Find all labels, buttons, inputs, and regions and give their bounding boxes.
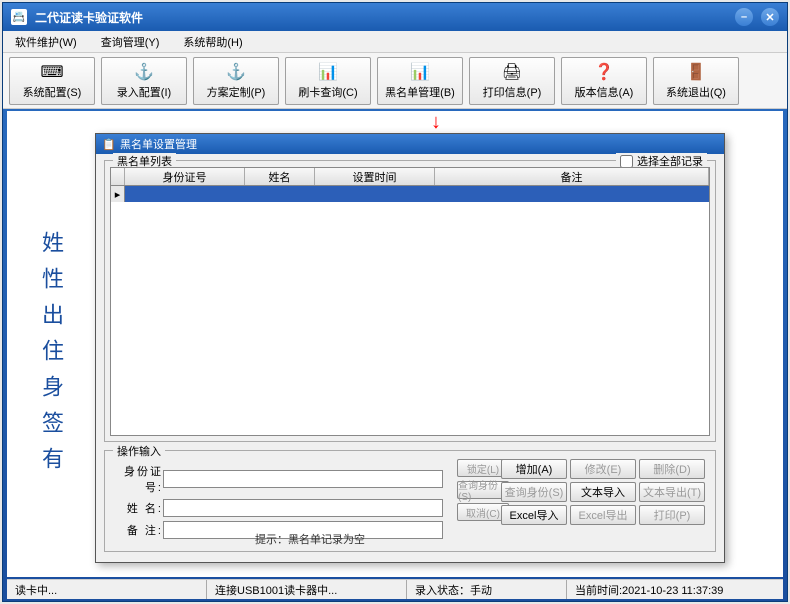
toolbar-print[interactable]: 🖨打印信息(P) — [469, 57, 555, 105]
app-icon: 📇 — [11, 9, 27, 25]
window-title: 二代证读卡验证软件 — [35, 9, 735, 26]
table-icon: 📊 — [410, 62, 430, 82]
dialog-icon: 📋 — [102, 138, 114, 150]
status-bar: 读卡中... 连接USB1001读卡器中... 录入状态：手动 当前时间:202… — [7, 579, 783, 599]
select-all-checkbox[interactable] — [620, 155, 633, 168]
toolbar-version[interactable]: ❓版本信息(A) — [561, 57, 647, 105]
blacklist-dialog: 📋 黑名单设置管理 黑名单列表 选择全部记录 身份证号 姓名 设置时间 备注 ▸ — [95, 133, 725, 563]
minimize-button[interactable]: – — [735, 8, 753, 26]
query-button[interactable]: 查询身份(S) — [501, 482, 567, 502]
menu-help[interactable]: 系统帮助(H) — [179, 32, 246, 52]
add-button[interactable]: 增加(A) — [501, 459, 567, 479]
id-label: 身份证号: — [115, 463, 163, 495]
menu-maintenance[interactable]: 软件维护(W) — [11, 32, 81, 52]
toolbar-card-query[interactable]: 📊刷卡查询(C) — [285, 57, 371, 105]
door-icon: 🚪 — [686, 62, 706, 82]
remark-label: 备 注: — [115, 522, 163, 538]
row-marker-icon: ▸ — [111, 186, 125, 202]
printer-icon: 🖨 — [502, 62, 522, 82]
dialog-title: 黑名单设置管理 — [120, 136, 197, 152]
hint-text: 提示：黑名单记录为空 — [255, 531, 365, 547]
button-grid: 增加(A) 修改(E) 删除(D) 查询身份(S) 文本导入 文本导出(T) E… — [501, 459, 705, 525]
text-export-button[interactable]: 文本导出(T) — [639, 482, 705, 502]
menu-bar: 软件维护(W) 查询管理(Y) 系统帮助(H) — [3, 31, 787, 53]
blacklist-group: 黑名单列表 选择全部记录 身份证号 姓名 设置时间 备注 ▸ — [104, 160, 716, 442]
table-icon: 📊 — [318, 62, 338, 82]
toolbar-blacklist[interactable]: 📊黑名单管理(B) — [377, 57, 463, 105]
toolbar: ⌨系统配置(S) ⚓录入配置(I) ⚓方案定制(P) 📊刷卡查询(C) 📊黑名单… — [3, 53, 787, 109]
name-label: 姓 名: — [115, 500, 163, 516]
th-id[interactable]: 身份证号 — [125, 168, 245, 185]
print-button[interactable]: 打印(P) — [639, 505, 705, 525]
group-label-input: 操作输入 — [113, 443, 165, 459]
excel-import-button[interactable]: Excel导入 — [501, 505, 567, 525]
anchor-icon: ⚓ — [226, 62, 246, 82]
title-bar: 📇 二代证读卡验证软件 – ✕ — [3, 3, 787, 31]
status-connection: 连接USB1001读卡器中... — [207, 580, 407, 599]
input-group: 操作输入 身份证号: 姓 名: 备 注: 锁定(L) 查询身份( — [104, 450, 716, 552]
annotation-arrow-icon: ↓ — [431, 111, 441, 134]
th-time[interactable]: 设置时间 — [315, 168, 435, 185]
menu-query[interactable]: 查询管理(Y) — [97, 32, 164, 52]
status-input-mode: 录入状态：手动 — [407, 580, 567, 599]
toolbar-exit[interactable]: 🚪系统退出(Q) — [653, 57, 739, 105]
edit-button[interactable]: 修改(E) — [570, 459, 636, 479]
toolbar-scheme[interactable]: ⚓方案定制(P) — [193, 57, 279, 105]
id-input[interactable] — [163, 470, 443, 488]
anchor-icon: ⚓ — [134, 62, 154, 82]
delete-button[interactable]: 删除(D) — [639, 459, 705, 479]
close-button[interactable]: ✕ — [761, 8, 779, 26]
th-marker — [111, 168, 125, 185]
th-name[interactable]: 姓名 — [245, 168, 315, 185]
excel-export-button[interactable]: Excel导出 — [570, 505, 636, 525]
help-icon: ❓ — [594, 62, 614, 82]
toolbar-system-config[interactable]: ⌨系统配置(S) — [9, 57, 95, 105]
text-import-button[interactable]: 文本导入 — [570, 482, 636, 502]
name-input[interactable] — [163, 499, 443, 517]
dialog-title-bar: 📋 黑名单设置管理 — [96, 134, 724, 154]
background-text: 姓性出住身签有 — [35, 231, 67, 483]
th-remark[interactable]: 备注 — [435, 168, 709, 185]
keyboard-icon: ⌨ — [42, 62, 62, 82]
main-window: 📇 二代证读卡验证软件 – ✕ 软件维护(W) 查询管理(Y) 系统帮助(H) … — [2, 2, 788, 602]
table-header: 身份证号 姓名 设置时间 备注 — [111, 168, 709, 186]
toolbar-input-config[interactable]: ⚓录入配置(I) — [101, 57, 187, 105]
table-row[interactable]: ▸ — [111, 186, 709, 202]
blacklist-table: 身份证号 姓名 设置时间 备注 ▸ — [110, 167, 710, 436]
status-reading: 读卡中... — [7, 580, 207, 599]
status-time: 当前时间:2021-10-23 11:37:39 — [567, 580, 783, 599]
